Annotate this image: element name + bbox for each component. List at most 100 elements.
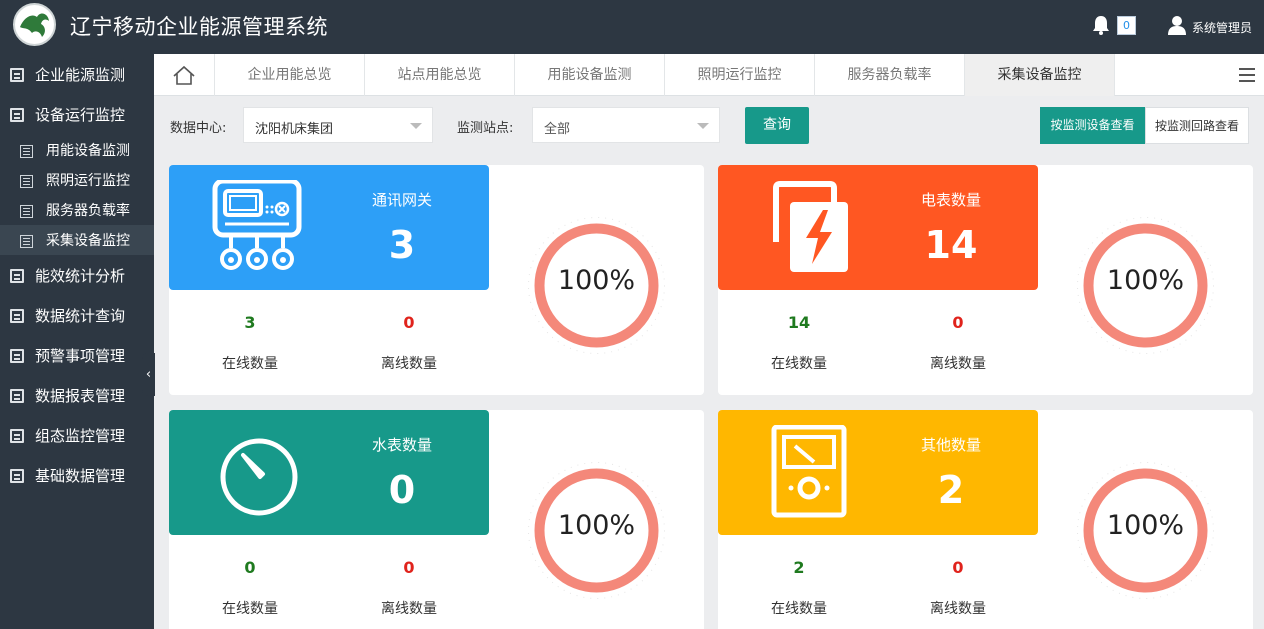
top-header: 辽宁移动企业能源管理系统 0 系统管理员 [0,0,1264,54]
list-icon [20,205,33,218]
app-title: 辽宁移动企业能源管理系统 [70,15,328,39]
home-tab[interactable] [154,54,215,96]
sidebar-item-reports[interactable]: 数据报表管理 [0,375,154,415]
sidebar-item-data-query[interactable]: 数据统计查询 [0,295,154,335]
sidebar-item-label: 能效统计分析 [35,267,126,285]
offline-label: 离线数量 [930,601,986,617]
station-value: 全部 [544,122,571,137]
card-header: 水表数量 0 [169,410,489,535]
online-rate: 100% [557,510,636,541]
view-by-device-button[interactable]: 按监测设备查看 [1040,107,1145,144]
user-icon[interactable] [1166,14,1188,36]
online-count: 14 [787,313,811,332]
tab-station-overview[interactable]: 站点用能总览 [365,54,515,96]
list-icon [10,309,24,323]
card-header: 电表数量 14 [718,165,1038,290]
online-label: 在线数量 [771,356,827,372]
list-icon [10,349,24,363]
view-by-circuit-button[interactable]: 按监测回路查看 [1145,107,1249,144]
offline-count: 0 [403,313,415,332]
station-label: 监测站点: [457,121,514,136]
online-rate-gauge: 100% [1073,458,1218,603]
electric-meter-card: 电表数量 14 14 0 在线数量 离线数量 100% [718,165,1253,395]
sidebar-subitem-label: 服务器负载率 [46,203,130,219]
list-icon [10,108,24,122]
online-rate: 100% [1106,510,1185,541]
sidebar-item-label: 企业能源监测 [35,66,126,84]
sidebar-item-label: 组态监控管理 [35,427,126,445]
water-meter-card: 水表数量 0 0 0 在线数量 离线数量 100% [169,410,704,629]
online-label: 在线数量 [222,601,278,617]
card-count: 14 [924,223,978,267]
query-button[interactable]: 查询 [745,107,809,144]
online-rate: 100% [1106,265,1185,296]
sidebar-collapse-chevron-icon[interactable]: ‹ [142,353,155,396]
online-rate-gauge: 100% [1073,213,1218,358]
sidebar-subitem-server-load[interactable]: 服务器负载率 [0,195,154,225]
card-header: 其他数量 2 [718,410,1038,535]
online-rate-gauge: 100% [524,213,669,358]
water-meter-icon [220,438,298,516]
tab-enterprise-overview[interactable]: 企业用能总览 [215,54,365,96]
card-count: 2 [937,468,965,512]
list-icon [10,429,24,443]
sidebar: 企业能源监测 设备运行监控 用能设备监测 照明运行监控 服务器负载率 采集设备监… [0,54,154,629]
user-name[interactable]: 系统管理员 [1192,19,1252,36]
online-label: 在线数量 [771,601,827,617]
sidebar-item-label: 数据报表管理 [35,387,126,405]
online-label: 在线数量 [222,356,278,372]
caret-down-icon [410,123,422,129]
sidebar-item-scada[interactable]: 组态监控管理 [0,415,154,455]
sidebar-item-label: 预警事项管理 [35,347,126,365]
station-select[interactable]: 全部 [532,107,720,143]
card-title: 其他数量 [920,436,981,454]
tab-lighting[interactable]: 照明运行监控 [665,54,815,96]
sidebar-item-label: 基础数据管理 [35,467,126,485]
sidebar-subitem-label: 照明运行监控 [46,173,130,189]
sidebar-subitem-label: 采集设备监控 [46,233,130,249]
sidebar-subitem-lighting[interactable]: 照明运行监控 [0,165,154,195]
offline-label: 离线数量 [930,356,986,372]
offline-count: 0 [952,558,964,577]
offline-label: 离线数量 [381,356,437,372]
sidebar-item-energy-monitor[interactable]: 企业能源监测 [0,54,154,94]
bell-icon[interactable] [1090,14,1112,36]
notification-count-badge[interactable]: 0 [1117,16,1136,35]
sidebar-item-label: 数据统计查询 [35,307,126,325]
sidebar-subitem-collector[interactable]: 采集设备监控 [0,225,154,255]
sidebar-subitem-label: 用能设备监测 [46,143,130,159]
tab-energy-device[interactable]: 用能设备监测 [515,54,665,96]
card-title: 水表数量 [371,436,432,454]
multimeter-icon [771,425,847,518]
sidebar-item-alerts[interactable]: 预警事项管理 [0,335,154,375]
card-title: 电表数量 [920,191,981,209]
datacenter-value: 沈阳机床集团 [255,122,334,137]
datacenter-select[interactable]: 沈阳机床集团 [243,107,433,143]
home-icon [173,65,195,85]
online-count: 0 [244,558,256,577]
tab-collector[interactable]: 采集设备监控 [965,54,1115,96]
list-icon [10,269,24,283]
datacenter-label: 数据中心: [170,121,227,136]
list-icon [20,235,33,248]
hamburger-menu-icon[interactable] [1239,68,1255,82]
offline-label: 离线数量 [381,601,437,617]
card-header: 通讯网关 3 [169,165,489,290]
gateway-card: 通讯网关 3 3 0 在线数量 离线数量 100% [169,165,704,395]
list-icon [10,68,24,82]
sidebar-item-device-monitor[interactable]: 设备运行监控 [0,94,154,134]
offline-count: 0 [952,313,964,332]
sidebar-subitem-energy-device[interactable]: 用能设备监测 [0,135,154,165]
electric-meter-icon [773,181,848,272]
tab-server-load[interactable]: 服务器负载率 [815,54,965,96]
card-count: 0 [388,468,416,512]
other-device-card: 其他数量 2 2 0 在线数量 离线数量 100% [718,410,1253,629]
list-icon [10,469,24,483]
list-icon [20,175,33,188]
caret-down-icon [697,123,709,129]
sidebar-item-efficiency[interactable]: 能效统计分析 [0,255,154,295]
card-title: 通讯网关 [371,191,432,209]
list-icon [10,389,24,403]
gateway-icon [212,180,302,270]
sidebar-item-basic-data[interactable]: 基础数据管理 [0,455,154,495]
